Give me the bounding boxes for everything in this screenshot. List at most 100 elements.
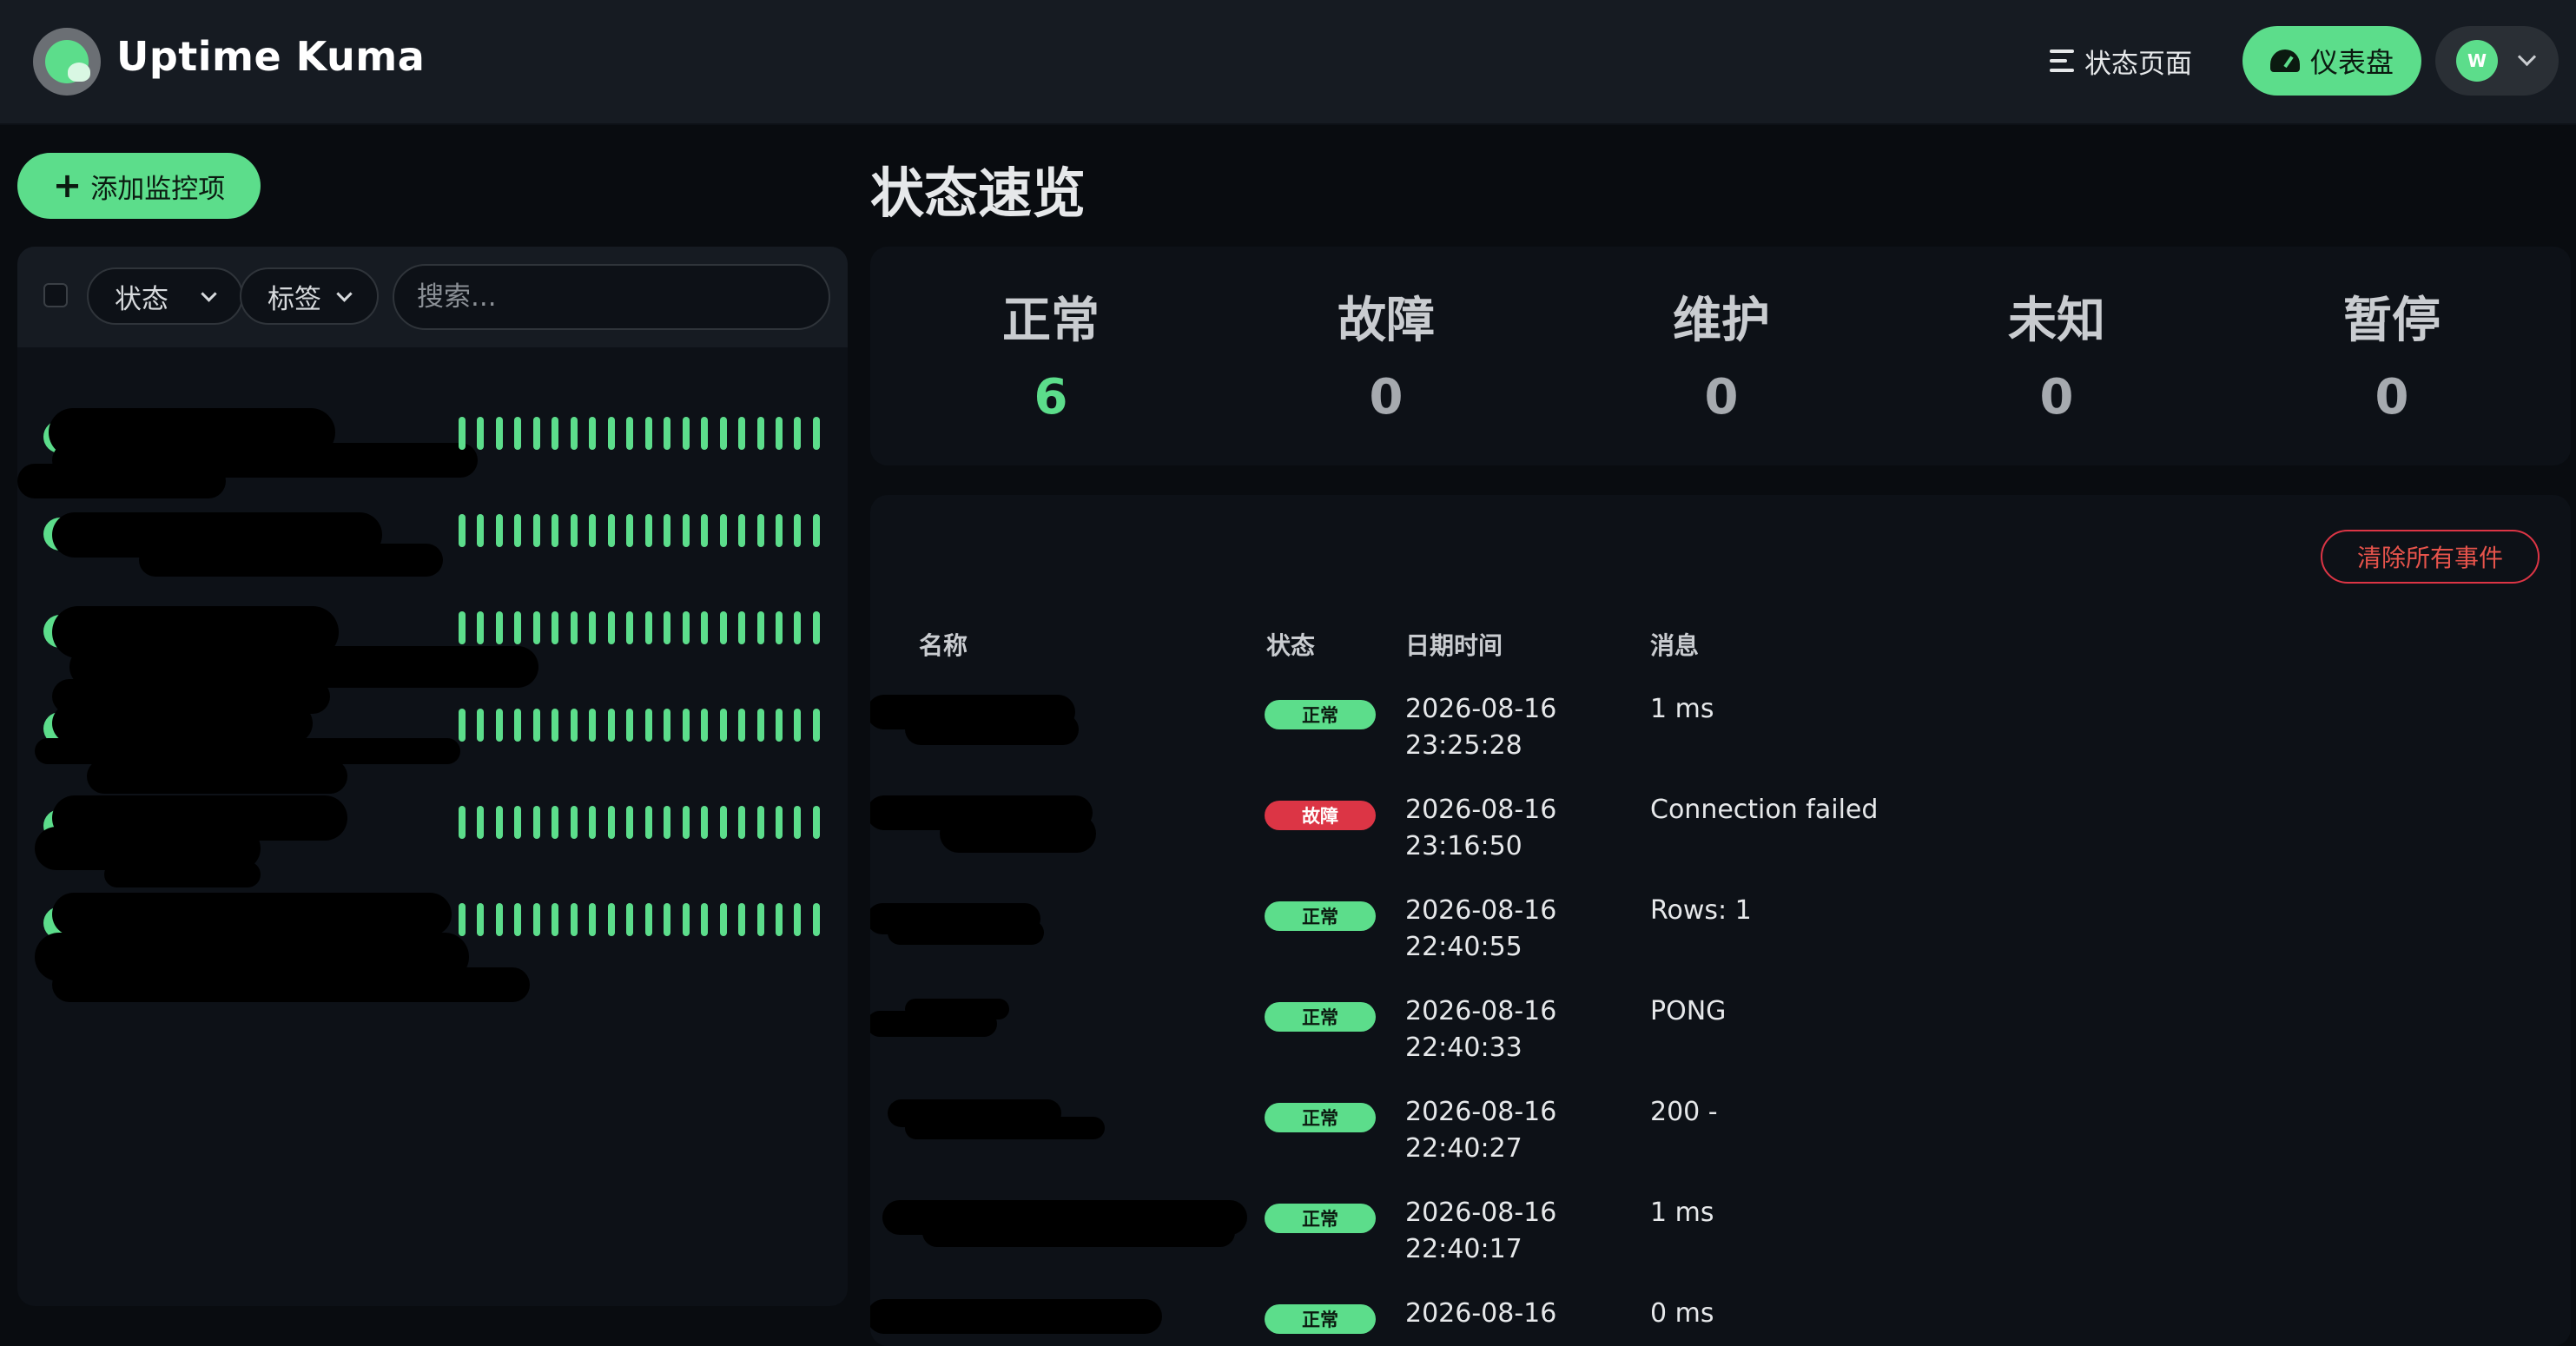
heartbeat-beat[interactable] [794,417,802,450]
heartbeat-beat[interactable] [552,417,559,450]
heartbeat-beat[interactable] [775,514,783,547]
heartbeat-beat[interactable] [495,417,503,450]
heartbeat-beat[interactable] [459,903,466,936]
heartbeat-beat[interactable] [495,709,503,742]
heartbeat-beat[interactable] [552,709,559,742]
heartbeat-beat[interactable] [514,903,522,936]
monitor-list-item[interactable] [17,589,848,714]
heartbeat-beat[interactable] [701,903,709,936]
heartbeat-beat[interactable] [459,417,466,450]
heartbeat-beat[interactable] [701,709,709,742]
heartbeat-beat[interactable] [495,806,503,839]
heartbeat-beat[interactable] [682,903,690,936]
add-monitor-button[interactable]: + 添加监控项 [17,153,261,219]
clear-all-events-button[interactable]: 清除所有事件 [2321,530,2540,584]
heartbeat-beat[interactable] [570,514,578,547]
search-input[interactable] [393,264,830,330]
heartbeat-beat[interactable] [682,417,690,450]
heartbeat-beat[interactable] [719,806,727,839]
heartbeat-beat[interactable] [459,806,466,839]
heartbeat-beat[interactable] [514,514,522,547]
monitor-list-item[interactable] [17,686,848,794]
heartbeat-beat[interactable] [532,806,540,839]
heartbeat-beat[interactable] [664,903,671,936]
heartbeat-beat[interactable] [644,709,652,742]
heartbeat-beat[interactable] [719,514,727,547]
heartbeat-beat[interactable] [459,709,466,742]
heartbeat-beat[interactable] [589,709,597,742]
heartbeat-beat[interactable] [532,417,540,450]
heartbeat-beat[interactable] [477,611,485,644]
heartbeat-beat[interactable] [570,611,578,644]
heartbeat-beat[interactable] [532,903,540,936]
brand-title[interactable]: Uptime Kuma [116,33,425,80]
heartbeat-beat[interactable] [775,903,783,936]
heartbeat-beat[interactable] [589,514,597,547]
heartbeat-beat[interactable] [644,903,652,936]
heartbeat-beat[interactable] [719,417,727,450]
heartbeat-beat[interactable] [701,417,709,450]
heartbeat-beat[interactable] [459,611,466,644]
heartbeat-beat[interactable] [812,806,820,839]
heartbeat-beat[interactable] [664,806,671,839]
heartbeat-beat[interactable] [738,709,746,742]
heartbeat-beat[interactable] [719,709,727,742]
heartbeat-beat[interactable] [775,806,783,839]
heartbeat-beat[interactable] [775,417,783,450]
heartbeat-beat[interactable] [552,903,559,936]
heartbeat-beat[interactable] [514,709,522,742]
heartbeat-beat[interactable] [514,611,522,644]
heartbeat-beat[interactable] [682,611,690,644]
heartbeat-beat[interactable] [756,611,764,644]
monitor-list-item[interactable] [17,881,848,1002]
heartbeat-beat[interactable] [644,417,652,450]
heartbeat-beat[interactable] [794,514,802,547]
heartbeat-beat[interactable] [664,514,671,547]
tags-filter-dropdown[interactable]: 标签 [240,267,379,325]
heartbeat-beat[interactable] [495,903,503,936]
heartbeat-beat[interactable] [626,514,634,547]
status-filter-dropdown[interactable]: 状态 [87,267,243,325]
heartbeat-beat[interactable] [626,806,634,839]
heartbeat-beat[interactable] [644,514,652,547]
heartbeat-beat[interactable] [719,903,727,936]
heartbeat-beat[interactable] [607,611,615,644]
heartbeat-beat[interactable] [589,903,597,936]
user-menu-button[interactable]: W [2435,26,2559,96]
heartbeat-beat[interactable] [756,514,764,547]
heartbeat-beat[interactable] [514,417,522,450]
heartbeat-beat[interactable] [570,806,578,839]
heartbeat-beat[interactable] [664,417,671,450]
heartbeat-beat[interactable] [589,806,597,839]
heartbeat-beat[interactable] [552,611,559,644]
heartbeat-beat[interactable] [682,709,690,742]
heartbeat-beat[interactable] [756,417,764,450]
monitor-list-item[interactable] [17,394,848,498]
heartbeat-beat[interactable] [626,611,634,644]
heartbeat-beat[interactable] [738,514,746,547]
heartbeat-beat[interactable] [552,806,559,839]
heartbeat-beat[interactable] [532,709,540,742]
heartbeat-beat[interactable] [532,611,540,644]
status-page-link[interactable]: 状态页面 [2050,40,2192,82]
heartbeat-beat[interactable] [812,611,820,644]
heartbeat-beat[interactable] [794,903,802,936]
heartbeat-beat[interactable] [794,709,802,742]
heartbeat-beat[interactable] [477,903,485,936]
heartbeat-beat[interactable] [607,514,615,547]
heartbeat-beat[interactable] [775,709,783,742]
heartbeat-beat[interactable] [570,903,578,936]
heartbeat-beat[interactable] [664,709,671,742]
heartbeat-beat[interactable] [738,611,746,644]
heartbeat-beat[interactable] [794,611,802,644]
heartbeat-beat[interactable] [626,903,634,936]
monitor-list-item[interactable]: 99. [17,783,848,887]
heartbeat-beat[interactable] [607,709,615,742]
heartbeat-beat[interactable] [459,514,466,547]
heartbeat-beat[interactable] [477,417,485,450]
heartbeat-beat[interactable] [738,417,746,450]
heartbeat-beat[interactable] [664,611,671,644]
heartbeat-beat[interactable] [701,514,709,547]
heartbeat-beat[interactable] [682,806,690,839]
heartbeat-beat[interactable] [682,514,690,547]
